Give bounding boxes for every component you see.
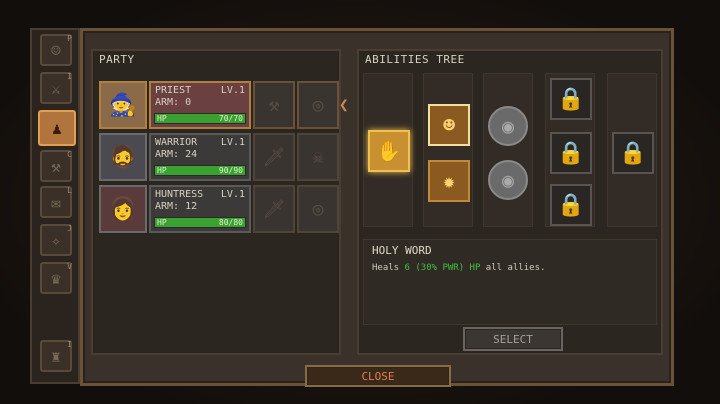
party-member-priest[interactable]: 🧙 PRIEST LV.1 ARM: 0 HP 70/70 ⚒ ◎ (99, 81, 339, 129)
member-level: LV.1 (220, 189, 245, 200)
member-armor: ARM: 24 (155, 149, 198, 160)
member-name: WARRIOR (155, 137, 198, 148)
ability-description: HOLY WORD Heals 6 (30% PWR) HP all allie… (363, 239, 657, 325)
priest-portrait-icon: 🧙 (99, 81, 147, 129)
member-name: HUNTRESS (155, 189, 204, 200)
hp-value: 90/90 (218, 166, 243, 175)
holy-word-skill-icon[interactable]: ✋ (368, 130, 410, 172)
party-title: PARTY (99, 53, 135, 66)
warrior-portrait-icon: 🧔 (99, 133, 147, 181)
hp-value: 80/80 (218, 218, 243, 227)
trinket-slot-ring-icon[interactable]: ◎ (297, 81, 339, 129)
member-level: LV.1 (220, 137, 245, 148)
ability-name: HOLY WORD (372, 244, 432, 257)
member-info: HUNTRESS LV.1 ARM: 12 HP 80/80 (149, 185, 251, 233)
side-tab-strip: ☺ P ⚔ I ♟ ⚒ C ✉ L ✧ J ♛ V ♜ I (30, 28, 80, 384)
party-window: PARTY 🧙 PRIEST LV.1 ARM: 0 HP 70/70 ⚒ ◎ … (80, 28, 674, 387)
member-name: PRIEST (155, 85, 192, 96)
locked-round-skill-icon[interactable]: ◉ (488, 106, 528, 146)
hp-label: HP (157, 114, 167, 123)
skill-column-5: 🔒 (607, 73, 657, 227)
abilities-panel: ABILITIES TREE ✋ ☻ ✹ ◉ ◉ 🔒 🔒 🔒 🔒 HOLY WO… (357, 49, 663, 355)
desc-value: 6 (30% PWR) HP (404, 263, 481, 273)
hp-value: 70/70 (218, 114, 243, 123)
hp-bar: HP 70/70 (154, 113, 246, 124)
lock-icon[interactable]: 🔒 (550, 78, 592, 120)
close-button[interactable]: CLOSE (305, 365, 451, 387)
abilities-title: ABILITIES TREE (365, 53, 465, 66)
weapon-slot-dagger-icon[interactable]: 🗡 (253, 185, 295, 233)
huntress-portrait-icon: 👩 (99, 185, 147, 233)
tab-victory[interactable]: ♛ V (40, 262, 72, 294)
member-armor: ARM: 12 (155, 201, 198, 212)
ability-text: Heals 6 (30% PWR) HP all allies. (372, 263, 648, 273)
tab-party[interactable]: ☺ P (40, 34, 72, 66)
party-panel: PARTY 🧙 PRIEST LV.1 ARM: 0 HP 70/70 ⚒ ◎ … (91, 49, 341, 355)
skill-column-4: 🔒 🔒 🔒 (545, 73, 595, 227)
tab-inventory[interactable]: ⚔ I (40, 72, 72, 104)
hp-label: HP (157, 218, 167, 227)
desc-suffix: all allies. (485, 263, 546, 273)
trinket-slot-skull-icon[interactable]: ☠ (297, 133, 339, 181)
lock-icon[interactable]: 🔒 (550, 132, 592, 174)
lock-icon[interactable]: 🔒 (612, 132, 654, 174)
select-button[interactable]: SELECT (463, 327, 563, 351)
member-armor: ARM: 0 (155, 97, 192, 108)
holy-fire-skill-icon[interactable]: ✹ (428, 160, 470, 202)
desc-prefix: Heals (372, 263, 400, 273)
weapon-slot-mace-icon[interactable]: ⚒ (253, 81, 295, 129)
chevron-left-icon[interactable]: ❮ (339, 95, 349, 114)
hp-bar: HP 80/80 (154, 217, 246, 228)
tab-log[interactable]: ✉ L (40, 186, 72, 218)
locked-round-skill-2-icon[interactable]: ◉ (488, 160, 528, 200)
priest-blessing-skill-icon[interactable]: ☻ (428, 104, 470, 146)
hp-bar: HP 90/90 (154, 165, 246, 176)
skill-column-2: ☻ ✹ (423, 73, 473, 227)
lock-icon[interactable]: 🔒 (550, 184, 592, 226)
skill-column-3: ◉ ◉ (483, 73, 533, 227)
tab-crafting[interactable]: ⚒ C (40, 150, 72, 182)
trinket-slot-ring-icon[interactable]: ◎ (297, 185, 339, 233)
weapon-slot-sword-icon[interactable]: 🗡 (253, 133, 295, 181)
party-member-warrior[interactable]: 🧔 WARRIOR LV.1 ARM: 24 HP 90/90 🗡 ☠ (99, 133, 339, 181)
member-level: LV.1 (220, 85, 245, 96)
tab-bag[interactable]: ♜ I (40, 340, 72, 372)
party-member-huntress[interactable]: 👩 HUNTRESS LV.1 ARM: 12 HP 80/80 🗡 ◎ (99, 185, 339, 233)
skill-column-1: ✋ (363, 73, 413, 227)
tab-abilities[interactable]: ♟ (38, 110, 76, 146)
member-info: WARRIOR LV.1 ARM: 24 HP 90/90 (149, 133, 251, 181)
tab-journal[interactable]: ✧ J (40, 224, 72, 256)
member-info: PRIEST LV.1 ARM: 0 HP 70/70 (149, 81, 251, 129)
hp-label: HP (157, 166, 167, 175)
